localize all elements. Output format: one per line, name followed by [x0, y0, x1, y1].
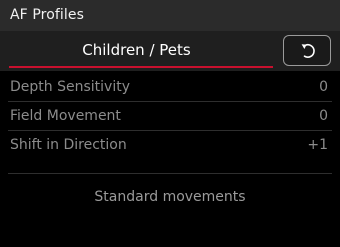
profile-selection-underline: [9, 66, 273, 68]
setting-row-field-movement[interactable]: Field Movement 0: [0, 102, 340, 131]
setting-value: +1: [307, 137, 328, 153]
setting-label: Depth Sensitivity: [10, 79, 130, 95]
page-title: AF Profiles: [10, 7, 85, 23]
setting-row-depth-sensitivity[interactable]: Depth Sensitivity 0: [0, 73, 340, 102]
title-bar: AF Profiles: [0, 0, 340, 31]
reset-arrow-icon: [301, 43, 315, 58]
divider: [8, 173, 332, 174]
setting-row-shift-in-direction[interactable]: Shift in Direction +1: [0, 131, 340, 160]
setting-value: 0: [319, 108, 328, 124]
reset-button[interactable]: [283, 35, 331, 66]
profile-name[interactable]: Children / Pets: [0, 41, 273, 59]
setting-label: Shift in Direction: [10, 137, 127, 153]
profile-selector[interactable]: Children / Pets: [0, 31, 340, 71]
af-profiles-screen: AF Profiles Children / Pets Depth Sensit…: [0, 0, 340, 247]
movement-description: Standard movements: [94, 189, 246, 205]
setting-label: Field Movement: [10, 108, 121, 124]
setting-value: 0: [319, 79, 328, 95]
